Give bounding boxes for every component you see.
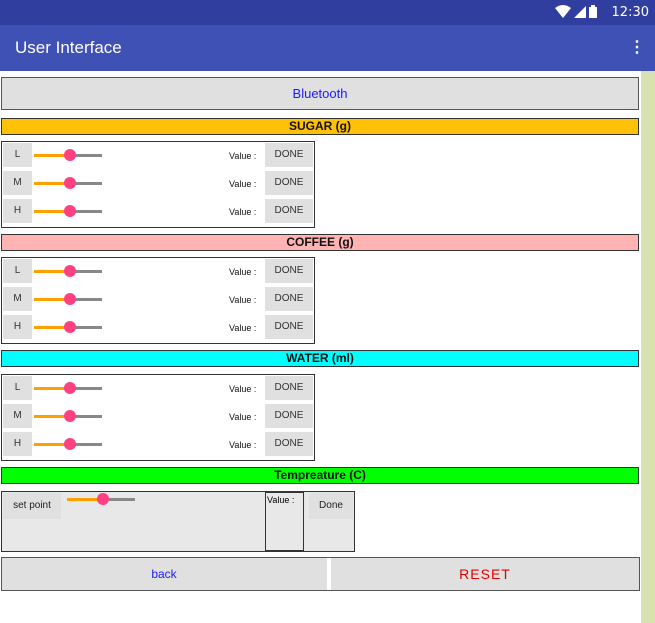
slider-thumb[interactable]	[64, 293, 76, 305]
water-row-medium: M Value : DONE	[2, 403, 314, 429]
value-label: Value :	[229, 412, 257, 422]
status-time: 12:30	[611, 5, 649, 20]
section-header-sugar: SUGAR (g)	[1, 118, 639, 135]
done-button[interactable]: DONE	[265, 259, 313, 283]
level-button-l[interactable]: L	[3, 143, 32, 167]
level-button-l[interactable]: L	[3, 376, 32, 400]
value-label: Value :	[229, 384, 257, 394]
slider-thumb[interactable]	[64, 177, 76, 189]
level-button-m[interactable]: M	[3, 404, 32, 428]
done-button[interactable]: DONE	[265, 171, 313, 195]
side-strip	[641, 71, 655, 623]
slider-thumb[interactable]	[64, 205, 76, 217]
sugar-row-low: L Value : DONE	[2, 142, 314, 168]
coffee-low-slider[interactable]	[34, 265, 104, 277]
app-title: User Interface	[15, 38, 122, 57]
section-header-water: WATER (ml)	[1, 350, 639, 367]
status-icons	[555, 5, 597, 18]
section-header-temperature: Tempreature (C)	[1, 467, 639, 484]
slider-thumb[interactable]	[64, 438, 76, 450]
sugar-low-slider[interactable]	[34, 149, 104, 161]
done-button[interactable]: DONE	[265, 432, 313, 456]
level-button-m[interactable]: M	[3, 171, 32, 195]
water-high-slider[interactable]	[34, 438, 104, 450]
value-label: Value :	[229, 267, 257, 277]
temperature-done-button[interactable]: Done	[309, 493, 353, 519]
set-point-button[interactable]: set point	[3, 493, 61, 519]
sugar-medium-slider[interactable]	[34, 177, 104, 189]
value-label: Value :	[229, 151, 257, 161]
done-button[interactable]: DONE	[265, 376, 313, 400]
wifi-icon	[555, 5, 571, 18]
value-label: Value :	[229, 323, 257, 333]
footer-bar: back RESET	[1, 557, 640, 591]
back-button[interactable]: back	[2, 558, 326, 590]
coffee-high-slider[interactable]	[34, 321, 104, 333]
coffee-panel: L Value : DONE M Value : DONE H Value : …	[1, 257, 315, 344]
value-label: Value :	[229, 207, 257, 217]
sugar-panel: L Value : DONE M Value : DONE H Value : …	[1, 141, 315, 228]
coffee-medium-slider[interactable]	[34, 293, 104, 305]
slider-thumb[interactable]	[64, 149, 76, 161]
coffee-row-medium: M Value : DONE	[2, 286, 314, 312]
level-button-h[interactable]: H	[3, 432, 32, 456]
water-low-slider[interactable]	[34, 382, 104, 394]
coffee-row-low: L Value : DONE	[2, 258, 314, 284]
temperature-panel: set point Value : Done	[1, 491, 355, 552]
done-button[interactable]: DONE	[265, 287, 313, 311]
battery-icon	[589, 5, 597, 18]
temperature-value-box: Value :	[265, 492, 304, 551]
reset-button[interactable]: RESET	[331, 558, 639, 590]
done-button[interactable]: DONE	[265, 199, 313, 223]
slider-thumb[interactable]	[64, 265, 76, 277]
signal-icon	[574, 5, 586, 18]
done-button[interactable]: DONE	[265, 315, 313, 339]
done-button[interactable]: DONE	[265, 143, 313, 167]
level-button-l[interactable]: L	[3, 259, 32, 283]
section-header-coffee: COFFEE (g)	[1, 234, 639, 251]
value-label: Value :	[229, 440, 257, 450]
water-row-high: H Value : DONE	[2, 431, 314, 457]
slider-thumb[interactable]	[64, 410, 76, 422]
value-label: Value :	[267, 495, 295, 505]
coffee-row-high: H Value : DONE	[2, 314, 314, 340]
sugar-row-medium: M Value : DONE	[2, 170, 314, 196]
overflow-menu-icon[interactable]: ⋮	[629, 39, 645, 57]
water-medium-slider[interactable]	[34, 410, 104, 422]
temperature-slider[interactable]	[67, 493, 137, 505]
water-row-low: L Value : DONE	[2, 375, 314, 401]
status-bar: 12:30	[0, 0, 655, 25]
water-panel: L Value : DONE M Value : DONE H Value : …	[1, 374, 315, 461]
bluetooth-button[interactable]: Bluetooth	[1, 77, 639, 110]
done-button[interactable]: DONE	[265, 404, 313, 428]
level-button-h[interactable]: H	[3, 199, 32, 223]
level-button-m[interactable]: M	[3, 287, 32, 311]
value-label: Value :	[229, 179, 257, 189]
sugar-high-slider[interactable]	[34, 205, 104, 217]
slider-thumb[interactable]	[64, 382, 76, 394]
level-button-h[interactable]: H	[3, 315, 32, 339]
slider-thumb[interactable]	[64, 321, 76, 333]
value-label: Value :	[229, 295, 257, 305]
sugar-row-high: H Value : DONE	[2, 198, 314, 224]
app-bar: User Interface ⋮	[0, 25, 655, 71]
slider-thumb[interactable]	[97, 493, 109, 505]
